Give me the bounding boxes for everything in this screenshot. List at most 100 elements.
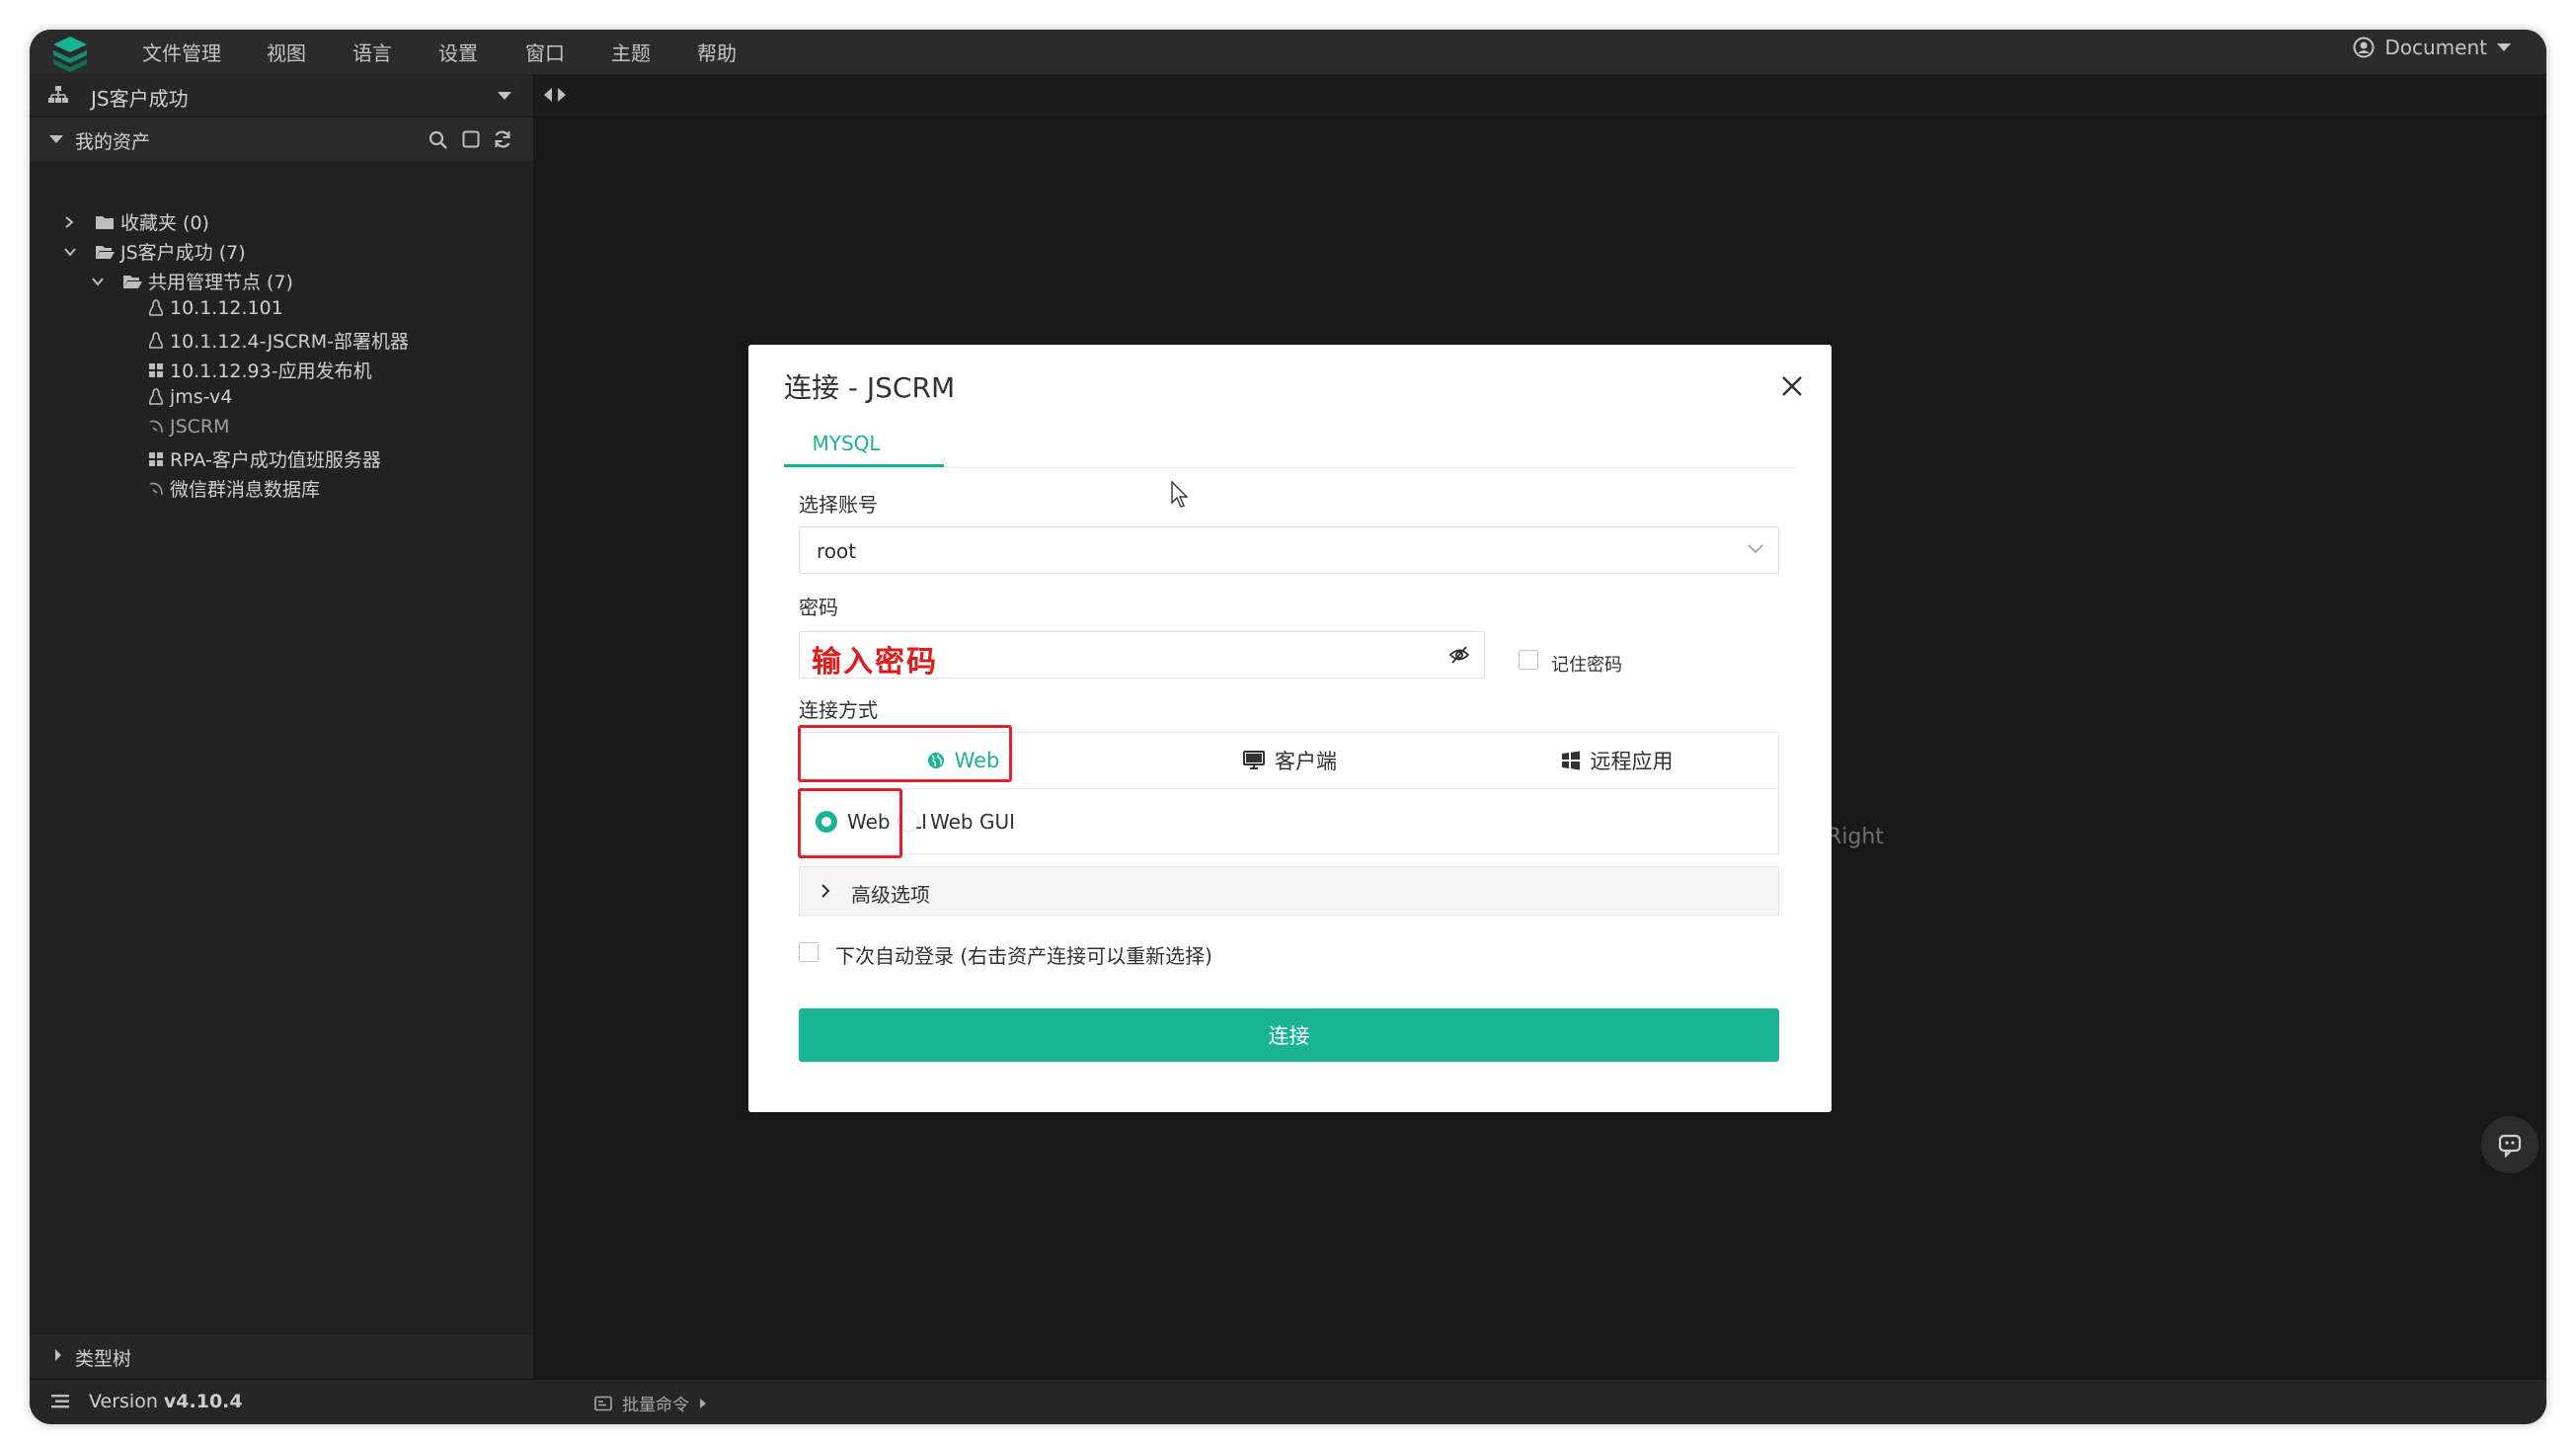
menu-theme[interactable]: 主题	[611, 38, 651, 66]
caret-right-icon	[700, 1398, 706, 1408]
list-icon[interactable]	[51, 1394, 69, 1409]
account-label: 选择账号	[799, 493, 878, 517]
tree-item-asset[interactable]: 10.1.12.4-JSCRM-部署机器	[148, 327, 409, 354]
method-remote-app-label: 远程应用	[1590, 750, 1674, 773]
windows-icon	[149, 362, 163, 377]
version-prefix: Version	[89, 1391, 158, 1412]
connect-dialog: 连接 - JSCRM MYSQL 选择账号 root 密码 输入密码 记住密码 …	[748, 345, 1832, 1112]
menu-language[interactable]: 语言	[352, 38, 392, 66]
org-dropdown-icon[interactable]	[498, 92, 511, 100]
refresh-icon[interactable]	[493, 129, 512, 149]
windows-icon	[1561, 751, 1580, 770]
document-label: Document	[2384, 36, 2487, 59]
right-pane-hint: Right	[1827, 825, 1884, 849]
database-icon	[149, 420, 163, 434]
tree-item-node[interactable]: 共用管理节点 (7)	[91, 268, 293, 294]
terminal-icon	[594, 1396, 612, 1410]
tab-active-indicator	[784, 464, 944, 467]
menu-help[interactable]: 帮助	[697, 38, 737, 66]
tree-item-asset[interactable]: jms-v4	[148, 386, 232, 408]
menu-file[interactable]: 文件管理	[142, 38, 221, 66]
collapse-all-icon[interactable]	[462, 130, 480, 148]
chevron-down-icon	[92, 277, 104, 286]
toggle-sidebar-icon[interactable]	[541, 86, 569, 104]
advanced-options[interactable]: 高级选项	[799, 866, 1779, 916]
method-remote-app-button[interactable]: 远程应用	[1453, 733, 1780, 788]
method-divider	[800, 788, 1778, 789]
collapse-caret-icon	[49, 135, 63, 143]
tree-item-favorites[interactable]: 收藏夹 (0)	[63, 208, 209, 235]
tree-item-asset[interactable]: 微信群消息数据库	[148, 475, 320, 502]
caret-right-icon	[55, 1349, 61, 1361]
tree-item-label: 共用管理节点 (7)	[148, 272, 293, 293]
tree-item-label: 微信群消息数据库	[170, 479, 321, 501]
auto-login-checkbox[interactable]	[799, 942, 819, 962]
web-gui-label[interactable]: Web GUI	[930, 810, 1015, 834]
type-tree-toggle[interactable]: 类型树	[30, 1333, 533, 1378]
linux-icon	[149, 388, 163, 405]
tree-item-label: 10.1.12.101	[170, 297, 283, 319]
tree-item-asset[interactable]: 10.1.12.101	[148, 297, 283, 319]
eye-slash-icon[interactable]	[1448, 644, 1470, 666]
tree-item-label: JS客户成功 (7)	[120, 242, 246, 264]
connect-button-label: 连接	[1268, 1024, 1310, 1048]
tree-item-org[interactable]: JS客户成功 (7)	[63, 238, 246, 265]
database-icon	[149, 482, 163, 495]
connect-button[interactable]: 连接	[799, 1008, 1779, 1062]
mouse-cursor-icon	[1171, 481, 1189, 508]
close-icon[interactable]	[1780, 374, 1804, 398]
chat-assistant-button[interactable]	[2481, 1116, 2538, 1173]
batch-command-button[interactable]: 批量命令	[594, 1391, 707, 1415]
menu-window[interactable]: 窗口	[525, 38, 565, 66]
menubar: 文件管理 视图 语言 设置 窗口 主题 帮助 Document	[30, 30, 2546, 74]
document-menu[interactable]: Document	[2353, 36, 2511, 59]
linux-icon	[149, 331, 163, 349]
org-selector[interactable]: JS客户成功	[30, 74, 533, 118]
menu-view[interactable]: 视图	[267, 38, 306, 66]
password-placeholder: 输入密码	[812, 645, 938, 680]
version-number: v4.10.4	[163, 1391, 243, 1412]
assets-title: 我的资产	[75, 131, 151, 153]
batch-command-label: 批量命令	[622, 1396, 689, 1415]
account-value: root	[817, 539, 857, 563]
assets-header[interactable]: 我的资产	[30, 118, 533, 161]
linux-icon	[149, 299, 163, 316]
jumpserver-logo	[53, 37, 87, 72]
org-tree-icon	[48, 86, 68, 103]
remember-password-checkbox[interactable]	[1519, 650, 1538, 670]
tree-item-label: 10.1.12.4-JSCRM-部署机器	[170, 331, 409, 353]
tab-divider	[784, 467, 1797, 468]
folder-icon	[96, 215, 114, 229]
chevron-down-icon	[64, 247, 76, 257]
method-label: 连接方式	[799, 698, 878, 722]
tree-item-asset[interactable]: JSCRM	[148, 416, 230, 438]
password-input[interactable]: 输入密码	[799, 631, 1485, 680]
type-tree-label: 类型树	[75, 1348, 132, 1370]
tree-item-label: RPA-客户成功值班服务器	[170, 449, 381, 471]
desktop-icon	[1243, 751, 1265, 769]
chevron-right-icon	[65, 215, 74, 228]
password-label: 密码	[799, 596, 838, 619]
advanced-options-label: 高级选项	[851, 883, 930, 907]
chevron-down-icon	[2497, 43, 2511, 51]
tree-item-asset[interactable]: 10.1.12.93-应用发布机	[148, 357, 372, 383]
chevron-down-icon	[1748, 544, 1763, 554]
tree-item-asset[interactable]: RPA-客户成功值班服务器	[148, 445, 381, 472]
folder-open-icon	[123, 275, 142, 288]
tab-bar	[535, 74, 2546, 116]
search-icon[interactable]	[429, 130, 448, 150]
remember-password-label: 记住密码	[1551, 655, 1622, 676]
status-bar: Version v4.10.4 批量命令	[30, 1379, 2546, 1424]
method-client-label: 客户端	[1275, 750, 1337, 773]
tree-item-label: 10.1.12.93-应用发布机	[170, 361, 372, 382]
windows-icon	[149, 451, 163, 466]
menu-settings[interactable]: 设置	[438, 38, 478, 66]
org-name: JS客户成功	[91, 87, 189, 111]
folder-open-icon	[96, 245, 115, 259]
dialog-title: 连接 - JSCRM	[784, 371, 956, 404]
method-client-button[interactable]: 客户端	[1127, 733, 1453, 788]
highlight-web	[798, 725, 1012, 782]
account-select[interactable]: root	[799, 526, 1779, 574]
chevron-right-icon	[821, 884, 830, 898]
tab-mysql[interactable]: MYSQL	[790, 432, 902, 455]
